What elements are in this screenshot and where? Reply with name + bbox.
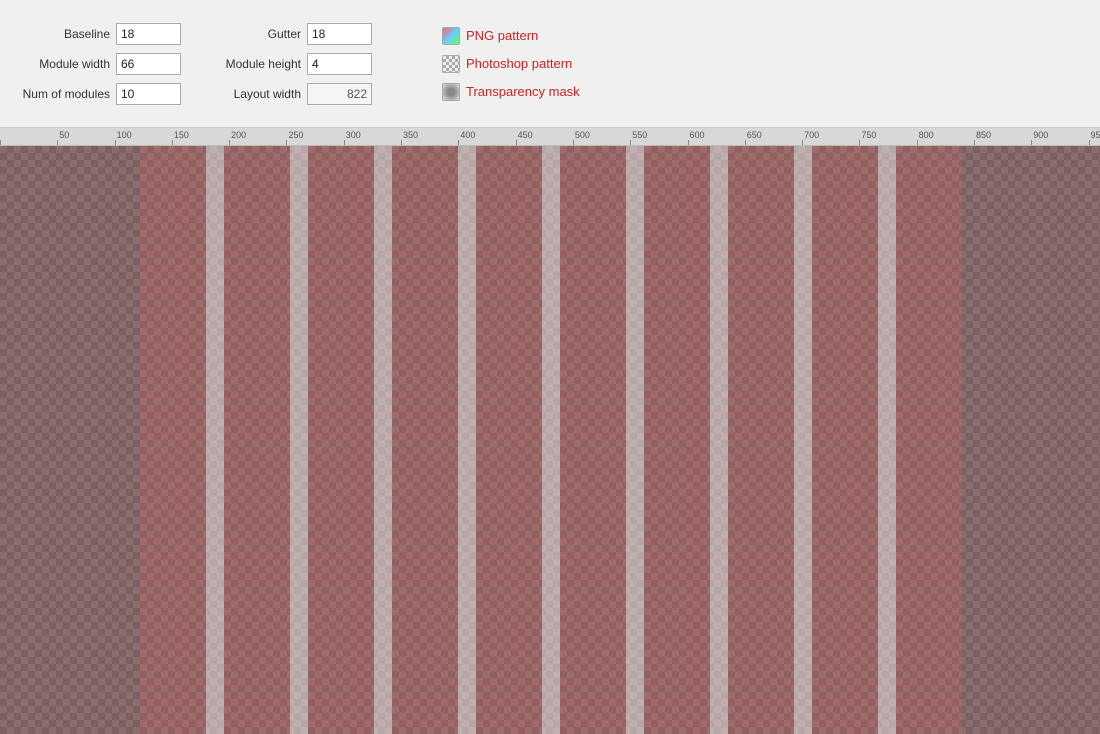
- psd-icon: [442, 55, 460, 73]
- num-modules-row: Num of modules: [20, 83, 181, 105]
- right-fields: Gutter Module height Layout width: [211, 23, 372, 105]
- col-module: [308, 146, 374, 734]
- canvas-area: 5010015020025030035040045050055060065070…: [0, 128, 1100, 734]
- num-modules-label: Num of modules: [20, 87, 110, 101]
- photoshop-pattern-button[interactable]: Photoshop pattern: [442, 55, 580, 73]
- ruler: 5010015020025030035040045050055060065070…: [0, 128, 1100, 146]
- col-module: [812, 146, 878, 734]
- photoshop-pattern-label: Photoshop pattern: [466, 56, 572, 71]
- col-module: [392, 146, 458, 734]
- col-gutter: [542, 146, 560, 734]
- layout-width-row: Layout width: [211, 83, 372, 105]
- col-module: [140, 146, 206, 734]
- col-module: [476, 146, 542, 734]
- num-modules-input[interactable]: [116, 83, 181, 105]
- module-height-row: Module height: [211, 53, 372, 75]
- grid-canvas: [0, 146, 1100, 734]
- module-width-label: Module width: [20, 57, 110, 71]
- baseline-label: Baseline: [20, 27, 110, 41]
- layout-area: [140, 146, 962, 734]
- col-module: [896, 146, 962, 734]
- toolbar: Baseline Module width Num of modules Gut…: [0, 0, 1100, 128]
- col-module: [728, 146, 794, 734]
- left-fields: Baseline Module width Num of modules: [20, 23, 181, 105]
- col-gutter: [710, 146, 728, 734]
- baseline-input[interactable]: [116, 23, 181, 45]
- transparency-mask-label: Transparency mask: [466, 84, 580, 99]
- module-width-input[interactable]: [116, 53, 181, 75]
- gutter-input[interactable]: [307, 23, 372, 45]
- actions-group: PNG pattern Photoshop pattern Transparen…: [442, 27, 580, 101]
- col-gutter: [794, 146, 812, 734]
- gutter-row: Gutter: [211, 23, 372, 45]
- col-gutter: [206, 146, 224, 734]
- column-stripes: [140, 146, 962, 734]
- module-height-label: Module height: [211, 57, 301, 71]
- transparency-mask-button[interactable]: Transparency mask: [442, 83, 580, 101]
- png-pattern-label: PNG pattern: [466, 28, 538, 43]
- col-gutter: [458, 146, 476, 734]
- module-width-row: Module width: [20, 53, 181, 75]
- col-module: [644, 146, 710, 734]
- col-gutter: [878, 146, 896, 734]
- col-gutter: [290, 146, 308, 734]
- module-height-input[interactable]: [307, 53, 372, 75]
- col-gutter: [626, 146, 644, 734]
- baseline-row: Baseline: [20, 23, 181, 45]
- col-gutter: [374, 146, 392, 734]
- col-module: [560, 146, 626, 734]
- col-module: [224, 146, 290, 734]
- mask-icon: [442, 83, 460, 101]
- layout-width-input: [307, 83, 372, 105]
- gutter-label: Gutter: [211, 27, 301, 41]
- png-icon: [442, 27, 460, 45]
- png-pattern-button[interactable]: PNG pattern: [442, 27, 580, 45]
- layout-width-label: Layout width: [211, 87, 301, 101]
